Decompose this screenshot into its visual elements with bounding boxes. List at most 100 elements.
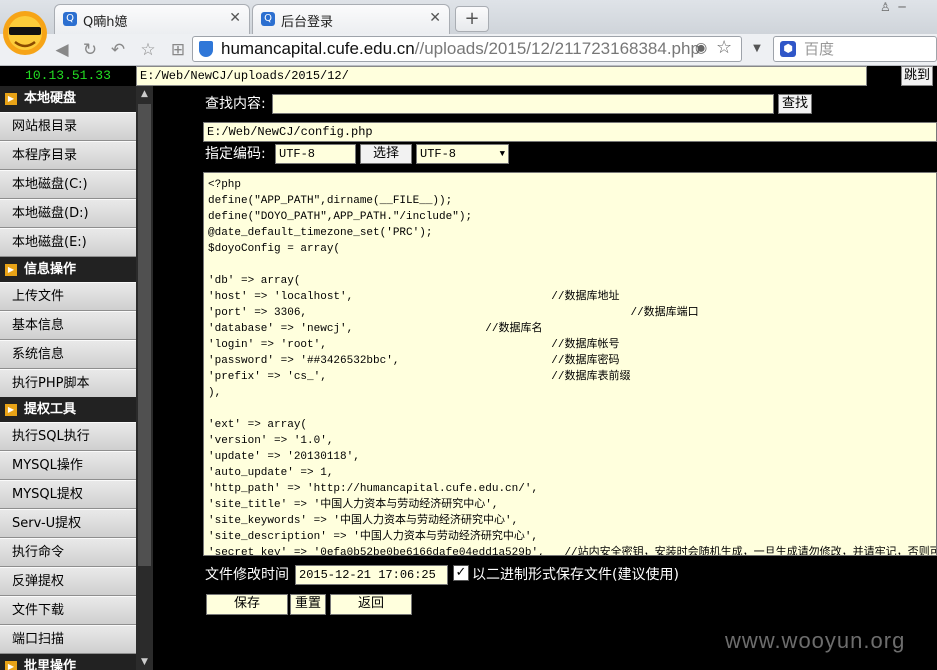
sidebar-item-reverse-shell[interactable]: 反弹提权 [0, 567, 136, 596]
browser-logo-icon[interactable] [0, 0, 50, 66]
sidebar-item-disk-e[interactable]: 本地磁盘(E:) [0, 228, 136, 257]
sidebar-item-exec-sql[interactable]: 执行SQL执行 [0, 422, 136, 451]
sidebar-item-exec-command[interactable]: 执行命令 [0, 538, 136, 567]
section-privilege-tools[interactable]: ▶ 提权工具 [0, 397, 136, 423]
sidebar-item-port-scan[interactable]: 端口扫描 [0, 625, 136, 654]
code-line: define("APP_PATH",dirname(__FILE__)); [208, 195, 453, 207]
section-local-disk[interactable]: ▶ 本地硬盘 [0, 86, 136, 112]
code-line: 'database' => 'newcj', //数据库名 [208, 323, 543, 335]
tab-2[interactable]: Q 后台登录 ✕ [252, 4, 450, 34]
compat-icon[interactable]: ◉ [695, 40, 707, 56]
code-line: $doyoConfig = array( [208, 243, 341, 255]
back-icon[interactable]: ◀ [52, 40, 72, 60]
search-input[interactable] [272, 94, 774, 114]
tab-title: Q暔h嬑 [83, 15, 128, 30]
code-line: ), [208, 387, 222, 399]
code-line: 'site_description' => '中国人力资本与劳动经济研究中心', [208, 531, 539, 543]
undo-icon[interactable]: ↶ [108, 40, 128, 60]
sidebar-item-disk-d[interactable]: 本地磁盘(D:) [0, 199, 136, 228]
section-batch-ops[interactable]: ▶ 批里操作 [0, 654, 136, 670]
save-button[interactable]: 保存 [206, 594, 288, 615]
section-title: 本地硬盘 [24, 91, 77, 106]
new-tab-button[interactable]: + [455, 6, 489, 32]
close-icon[interactable]: ✕ [229, 10, 241, 26]
code-editor[interactable]: <?php define("APP_PATH",dirname(__FILE__… [203, 172, 937, 556]
sidebar-item-upload[interactable]: 上传文件 [0, 282, 136, 311]
star-icon[interactable]: ☆ [138, 40, 158, 60]
search-placeholder: 百度 [804, 40, 835, 58]
arrow-right-icon: ▶ [5, 93, 17, 105]
search-label: 查找内容: [205, 96, 266, 112]
code-content: <?php define("APP_PATH",dirname(__FILE__… [208, 177, 937, 556]
code-line: 'port' => 3306, //数据库端口 [208, 307, 699, 319]
section-title: 提权工具 [24, 402, 77, 417]
code-line: <?php [208, 179, 242, 191]
binary-checkbox[interactable]: ✓ [453, 565, 469, 581]
shield-icon [199, 41, 213, 57]
choose-button[interactable]: 选择 [360, 144, 412, 164]
back-button[interactable]: 返回 [330, 594, 412, 615]
tab-favicon: Q [63, 12, 77, 26]
scroll-up-icon[interactable]: ▲ [136, 86, 153, 102]
scrollbar-thumb[interactable] [138, 104, 151, 566]
arrow-right-icon: ▶ [5, 661, 17, 670]
code-line: 'ext' => array( [208, 419, 308, 431]
code-line: 'db' => array( [208, 275, 301, 287]
sidebar-item-mysql-escalate[interactable]: MYSQL提权 [0, 480, 136, 509]
section-title: 批里操作 [24, 659, 77, 670]
sidebar-item-basic-info[interactable]: 基本信息 [0, 311, 136, 340]
encoding-select[interactable]: UTF-8 ▼ [416, 144, 509, 164]
jump-button[interactable]: 跳到 [901, 66, 933, 86]
server-ip: 10.13.51.33 [0, 66, 136, 86]
sidebar-item-system-info[interactable]: 系统信息 [0, 340, 136, 369]
url-host: humancapital.cufe.edu.cn [221, 39, 415, 58]
encoding-input[interactable]: UTF-8 [275, 144, 356, 164]
sidebar: ▶ 本地硬盘 网站根目录 本程序目录 本地磁盘(C:) 本地磁盘(D:) 本地磁… [0, 86, 136, 670]
reset-button[interactable]: 重置 [290, 594, 326, 615]
sidebar-scrollbar[interactable]: ▲ ▼ [136, 86, 153, 670]
grid-icon[interactable]: ⊞ [168, 40, 188, 60]
bookmark-star-icon[interactable]: ☆ [716, 37, 732, 58]
arrow-right-icon: ▶ [5, 404, 17, 416]
search-engine-box[interactable]: ⬢ 百度 [773, 36, 937, 62]
encoding-select-value: UTF-8 [420, 147, 457, 161]
tab-1[interactable]: Q Q暔h嬑 ✕ [54, 4, 250, 34]
code-line: 'host' => 'localhost', //数据库地址 [208, 291, 620, 303]
shirt-icon[interactable]: ♙ [880, 0, 891, 14]
scroll-down-icon[interactable]: ▼ [136, 654, 153, 670]
window-controls[interactable]: ♙ ─ [880, 0, 937, 18]
section-info-ops[interactable]: ▶ 信息操作 [0, 257, 136, 283]
sidebar-item-servu-escalate[interactable]: Serv-U提权 [0, 509, 136, 538]
address-bar[interactable]: humancapital.cufe.edu.cn//uploads/2015/1… [192, 36, 742, 62]
code-line: 'secret_key' => '0efa0b52be0be6166dafe04… [208, 547, 937, 556]
code-line: 'login' => 'root', //数据库帐号 [208, 339, 620, 351]
sidebar-item-file-download[interactable]: 文件下载 [0, 596, 136, 625]
sidebar-item-exec-php[interactable]: 执行PHP脚本 [0, 369, 136, 398]
code-line: 'auto_update' => 1, [208, 467, 334, 479]
code-line: 'site_keywords' => '中国人力资本与劳动经济研究中心', [208, 515, 519, 527]
mtime-label: 文件修改时间 [205, 567, 289, 583]
chevron-down-icon[interactable]: ▼ [747, 36, 767, 62]
sidebar-item-program-dir[interactable]: 本程序目录 [0, 141, 136, 170]
refresh-icon[interactable]: ↻ [80, 40, 100, 60]
arrow-right-icon: ▶ [5, 264, 17, 276]
code-line: 'update' => '20130118', [208, 451, 360, 463]
sidebar-item-disk-c[interactable]: 本地磁盘(C:) [0, 170, 136, 199]
path-input[interactable]: E:/Web/NewCJ/uploads/2015/12/ [136, 66, 867, 86]
mtime-input[interactable]: 2015-12-21 17:06:25 [295, 565, 448, 585]
code-line: @date_default_timezone_set('PRC'); [208, 227, 433, 239]
minimize-icon[interactable]: ─ [898, 0, 905, 14]
close-icon[interactable]: ✕ [429, 10, 441, 26]
tab-title: 后台登录 [281, 15, 334, 30]
sidebar-item-mysql-ops[interactable]: MYSQL操作 [0, 451, 136, 480]
find-button[interactable]: 查找 [778, 94, 812, 114]
watermark: www.wooyun.org [725, 628, 906, 653]
chevron-down-icon: ▼ [499, 149, 505, 159]
url-path: //uploads/2015/12/211723168384.php [414, 39, 700, 58]
section-title: 信息操作 [24, 262, 77, 277]
baidu-paw-icon: ⬢ [780, 41, 796, 57]
file-path-input[interactable]: E:/Web/NewCJ/config.php [203, 122, 937, 142]
code-line: 'password' => '##3426532bbc', //数据库密码 [208, 355, 620, 367]
binary-label: 以二进制形式保存文件(建议使用) [472, 567, 679, 583]
sidebar-item-web-root[interactable]: 网站根目录 [0, 112, 136, 141]
